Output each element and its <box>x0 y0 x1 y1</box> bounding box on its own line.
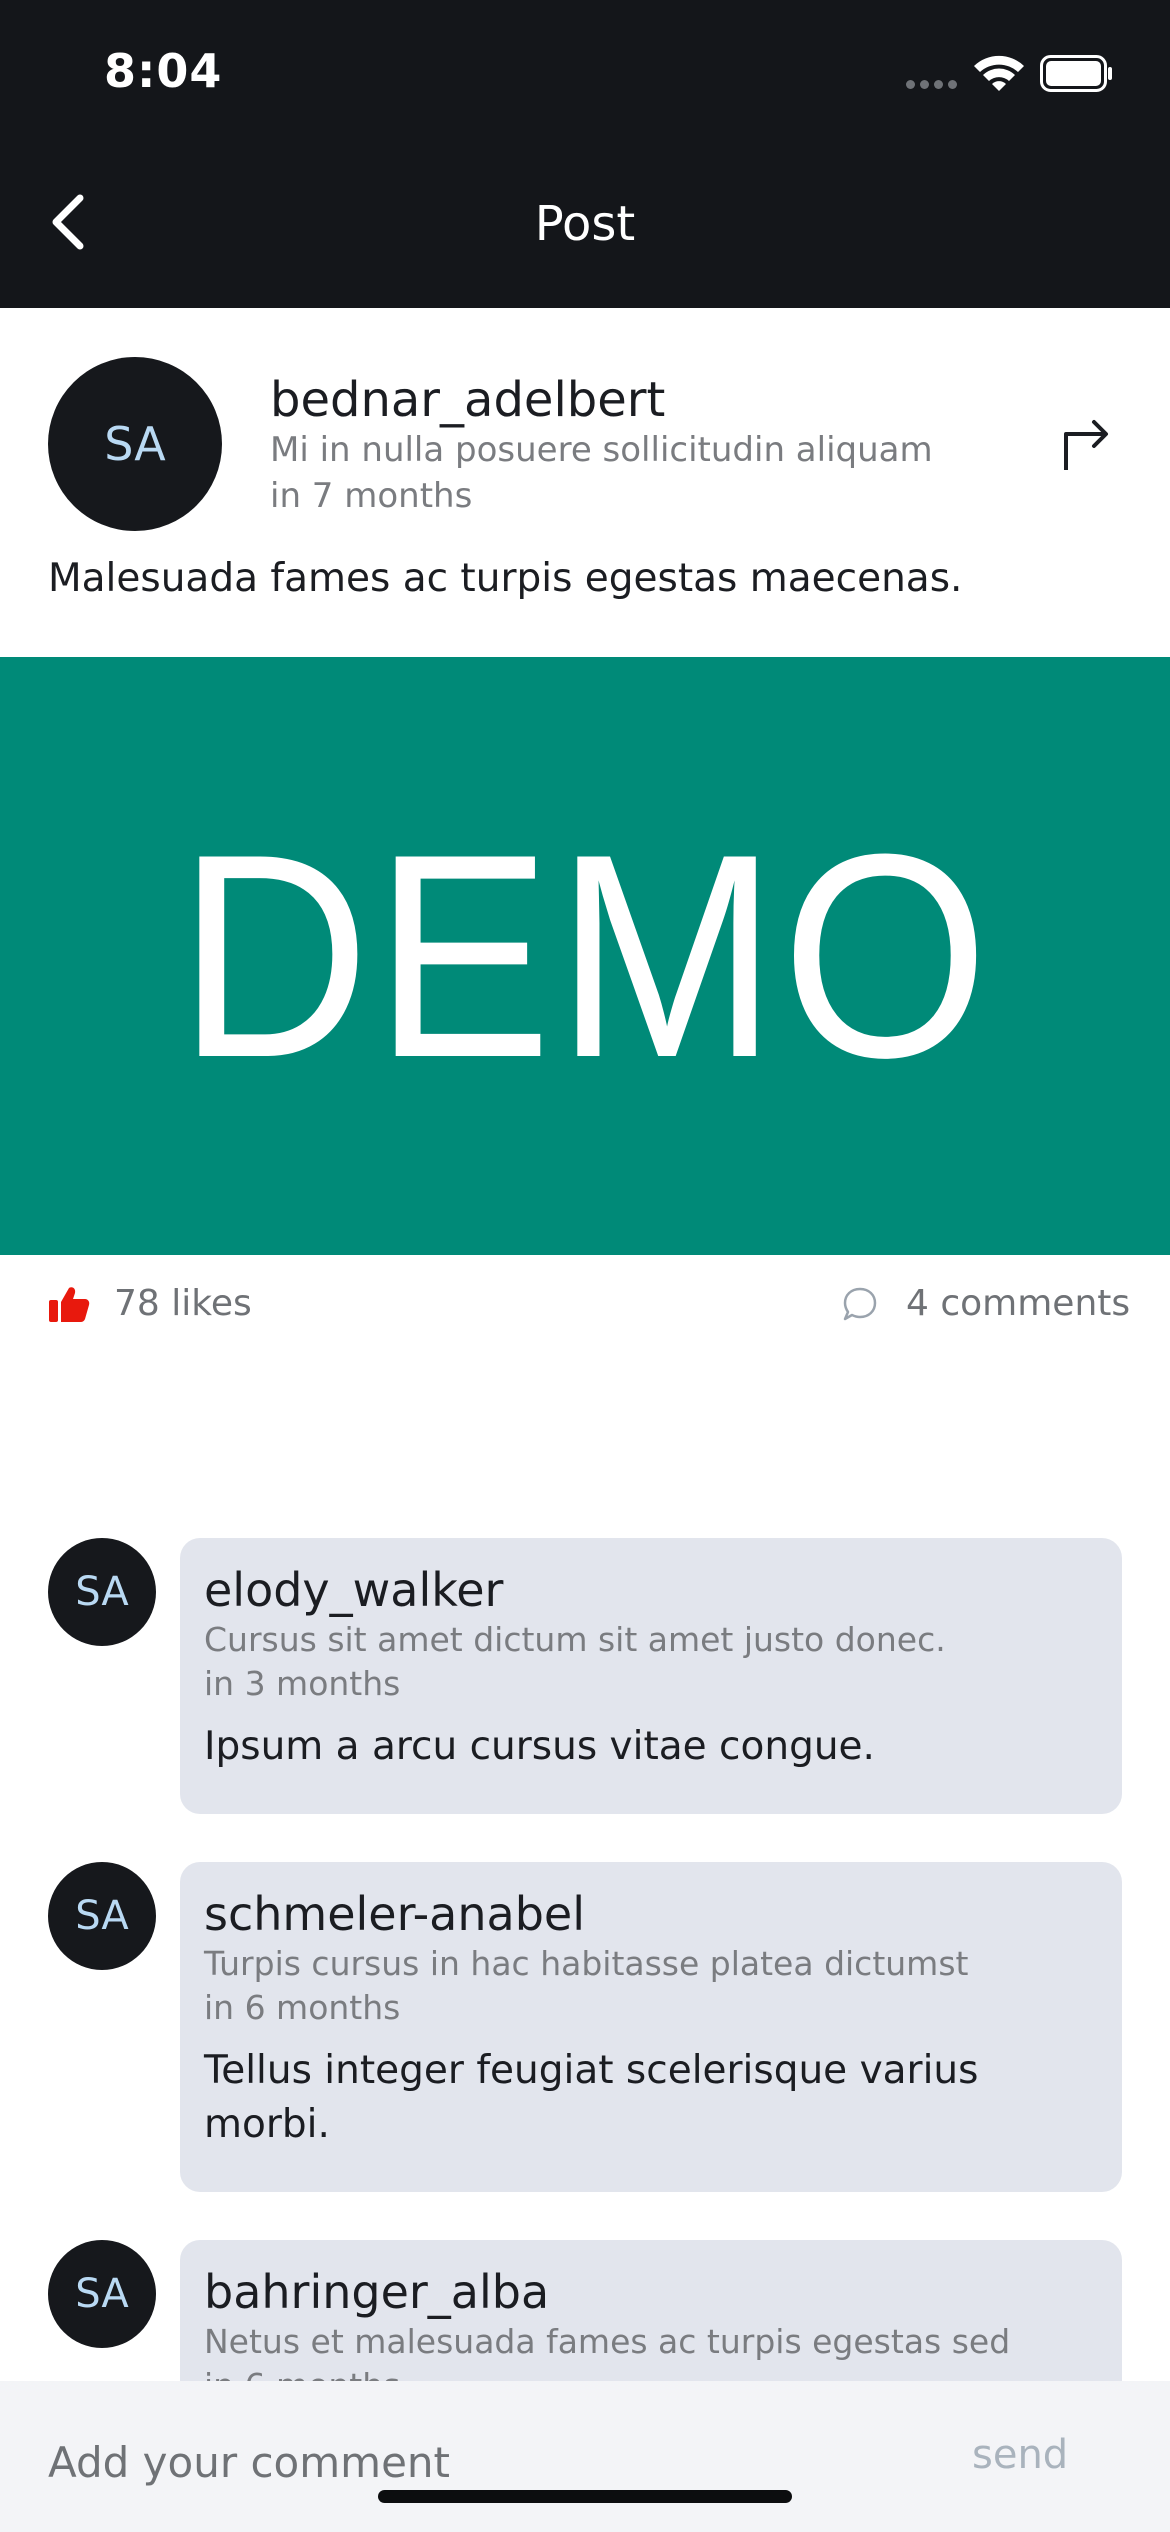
comment-timestamp: in 6 months <box>204 1988 401 2027</box>
comment-input[interactable] <box>48 2432 908 2492</box>
likes-count[interactable]: 78 likes <box>114 1283 252 1324</box>
comment-avatar[interactable]: SA <box>48 1862 156 1970</box>
avatar-initials: SA <box>75 1569 129 1615</box>
comment-username[interactable]: schmeler-anabel <box>204 1886 1098 1942</box>
comment-text: Ipsum a arcu cursus vitae congue. <box>204 1724 875 1769</box>
status-time: 8:04 <box>104 44 223 98</box>
comment-bubble: schmeler-anabel Turpis cursus in hac hab… <box>180 1862 1122 2192</box>
thumbs-up-icon[interactable] <box>48 1285 90 1323</box>
avatar-initials: SA <box>75 1893 129 1939</box>
post-body-text: Malesuada fames ac turpis egestas maecen… <box>48 556 963 601</box>
comment-avatar[interactable]: SA <box>48 1538 156 1646</box>
comment-bubble-icon[interactable] <box>842 1286 878 1322</box>
post-author-username[interactable]: bednar_adelbert <box>270 372 665 428</box>
comment-avatar[interactable]: SA <box>48 2240 156 2348</box>
comment-subtitle: Netus et malesuada fames ac turpis egest… <box>204 2322 1011 2361</box>
wifi-icon <box>974 55 1024 91</box>
post-image-text: DEMO <box>177 793 993 1118</box>
post-author-subtitle: Mi in nulla posuere sollicitudin aliquam <box>270 430 933 470</box>
comment-subtitle: Turpis cursus in hac habitasse platea di… <box>204 1944 969 1983</box>
top-bar: 8:04 Post <box>0 0 1170 308</box>
comment-text: Tellus integer feugiat scelerisque variu… <box>204 2048 979 2147</box>
cellular-signal-icon <box>906 80 958 90</box>
comment-username[interactable]: bahringer_alba <box>204 2264 1098 2320</box>
battery-icon <box>1040 55 1112 92</box>
comment-subtitle: Cursus sit amet dictum sit amet justo do… <box>204 1620 946 1659</box>
comment-username[interactable]: elody_walker <box>204 1562 1098 1618</box>
post-timestamp: in 7 months <box>270 476 473 516</box>
comments-count[interactable]: 4 comments <box>906 1283 1130 1324</box>
post-author-avatar[interactable]: SA <box>48 357 222 531</box>
avatar-initials: SA <box>75 2271 129 2317</box>
post-screen: 8:04 Post SA bednar_adelbert Mi in nulla… <box>0 0 1170 2532</box>
share-icon[interactable] <box>1056 412 1116 476</box>
comment-timestamp: in 3 months <box>204 1664 401 1703</box>
avatar-initials: SA <box>104 417 166 471</box>
comment-bubble: elody_walker Cursus sit amet dictum sit … <box>180 1538 1122 1814</box>
post-image[interactable]: DEMO <box>0 657 1170 1255</box>
page-title: Post <box>534 196 636 252</box>
home-indicator[interactable] <box>378 2490 792 2503</box>
send-button[interactable]: send <box>972 2432 1068 2478</box>
